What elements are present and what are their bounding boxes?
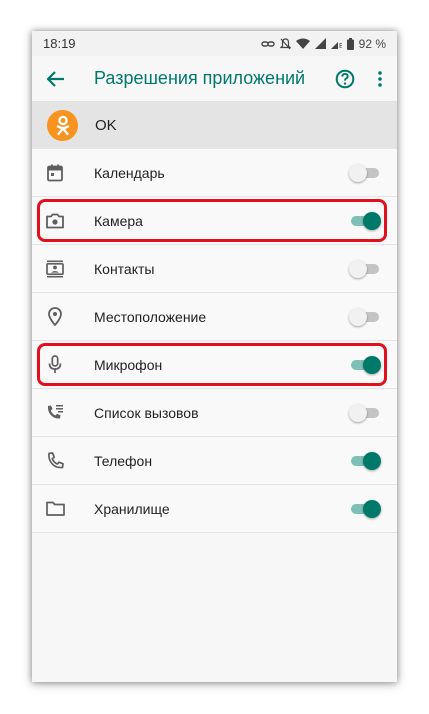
permission-label: Календарь [94,164,165,181]
permissions-list: Календарь Камера Контакты Местоположение [32,149,397,533]
calendar-icon [32,164,78,182]
permission-label: Контакты [94,260,155,277]
permission-label: Телефон [94,452,153,469]
permission-toggle[interactable] [349,451,381,471]
folder-icon [32,501,78,516]
permission-row-storage[interactable]: Хранилище [32,485,397,533]
page-title: Разрешения приложений [94,68,306,88]
help-icon [335,69,355,89]
location-icon [32,307,78,326]
phone-screen: 18:19 E 92 % Разрешения приложений OK Ка… [32,31,397,682]
app-header: OK [32,102,397,149]
permission-toggle[interactable] [349,355,381,375]
permission-toggle[interactable] [349,259,381,279]
svg-text:E: E [339,43,342,49]
permission-row-location[interactable]: Местоположение [32,293,397,341]
microphone-icon [32,355,78,374]
data-icon: E [330,38,342,49]
call-log-icon [32,404,78,422]
permission-label: Хранилище [94,500,170,517]
permission-row-contacts[interactable]: Контакты [32,245,397,293]
permission-row-phone[interactable]: Телефон [32,437,397,485]
status-time: 18:19 [43,36,76,51]
permission-label: Список вызовов [94,404,199,421]
permission-row-camera[interactable]: Камера [32,197,397,245]
permission-label: Камера [94,212,143,229]
permission-toggle[interactable] [349,307,381,327]
status-icons: E 92 % [260,36,386,51]
bell-off-icon [279,37,291,50]
permission-label: Микрофон [94,356,163,373]
permission-toggle[interactable] [349,403,381,423]
phone-icon [32,452,78,469]
camera-icon [32,213,78,229]
more-options-button[interactable] [363,70,397,87]
permission-toggle[interactable] [349,499,381,519]
permission-row-call-log[interactable]: Список вызовов [32,389,397,437]
contacts-icon [32,260,78,278]
permission-row-calendar[interactable]: Календарь [32,149,397,197]
permission-toggle[interactable] [349,163,381,183]
battery-icon [346,37,354,50]
permission-toggle[interactable] [349,211,381,231]
wifi-icon [295,38,310,49]
app-bar: Разрешения приложений [32,56,397,102]
permission-row-microphone[interactable]: Микрофон [32,341,397,389]
link-icon [260,39,275,49]
battery-percent: 92 % [358,36,386,51]
back-button[interactable] [32,70,80,87]
more-vert-icon [378,70,382,87]
permission-label: Местоположение [94,308,207,325]
status-bar: 18:19 E 92 % [32,31,397,56]
help-button[interactable] [327,69,363,89]
ok-logo-icon [47,110,78,141]
app-name: OK [95,117,117,134]
signal-icon [314,38,326,49]
arrow-back-icon [47,70,65,87]
